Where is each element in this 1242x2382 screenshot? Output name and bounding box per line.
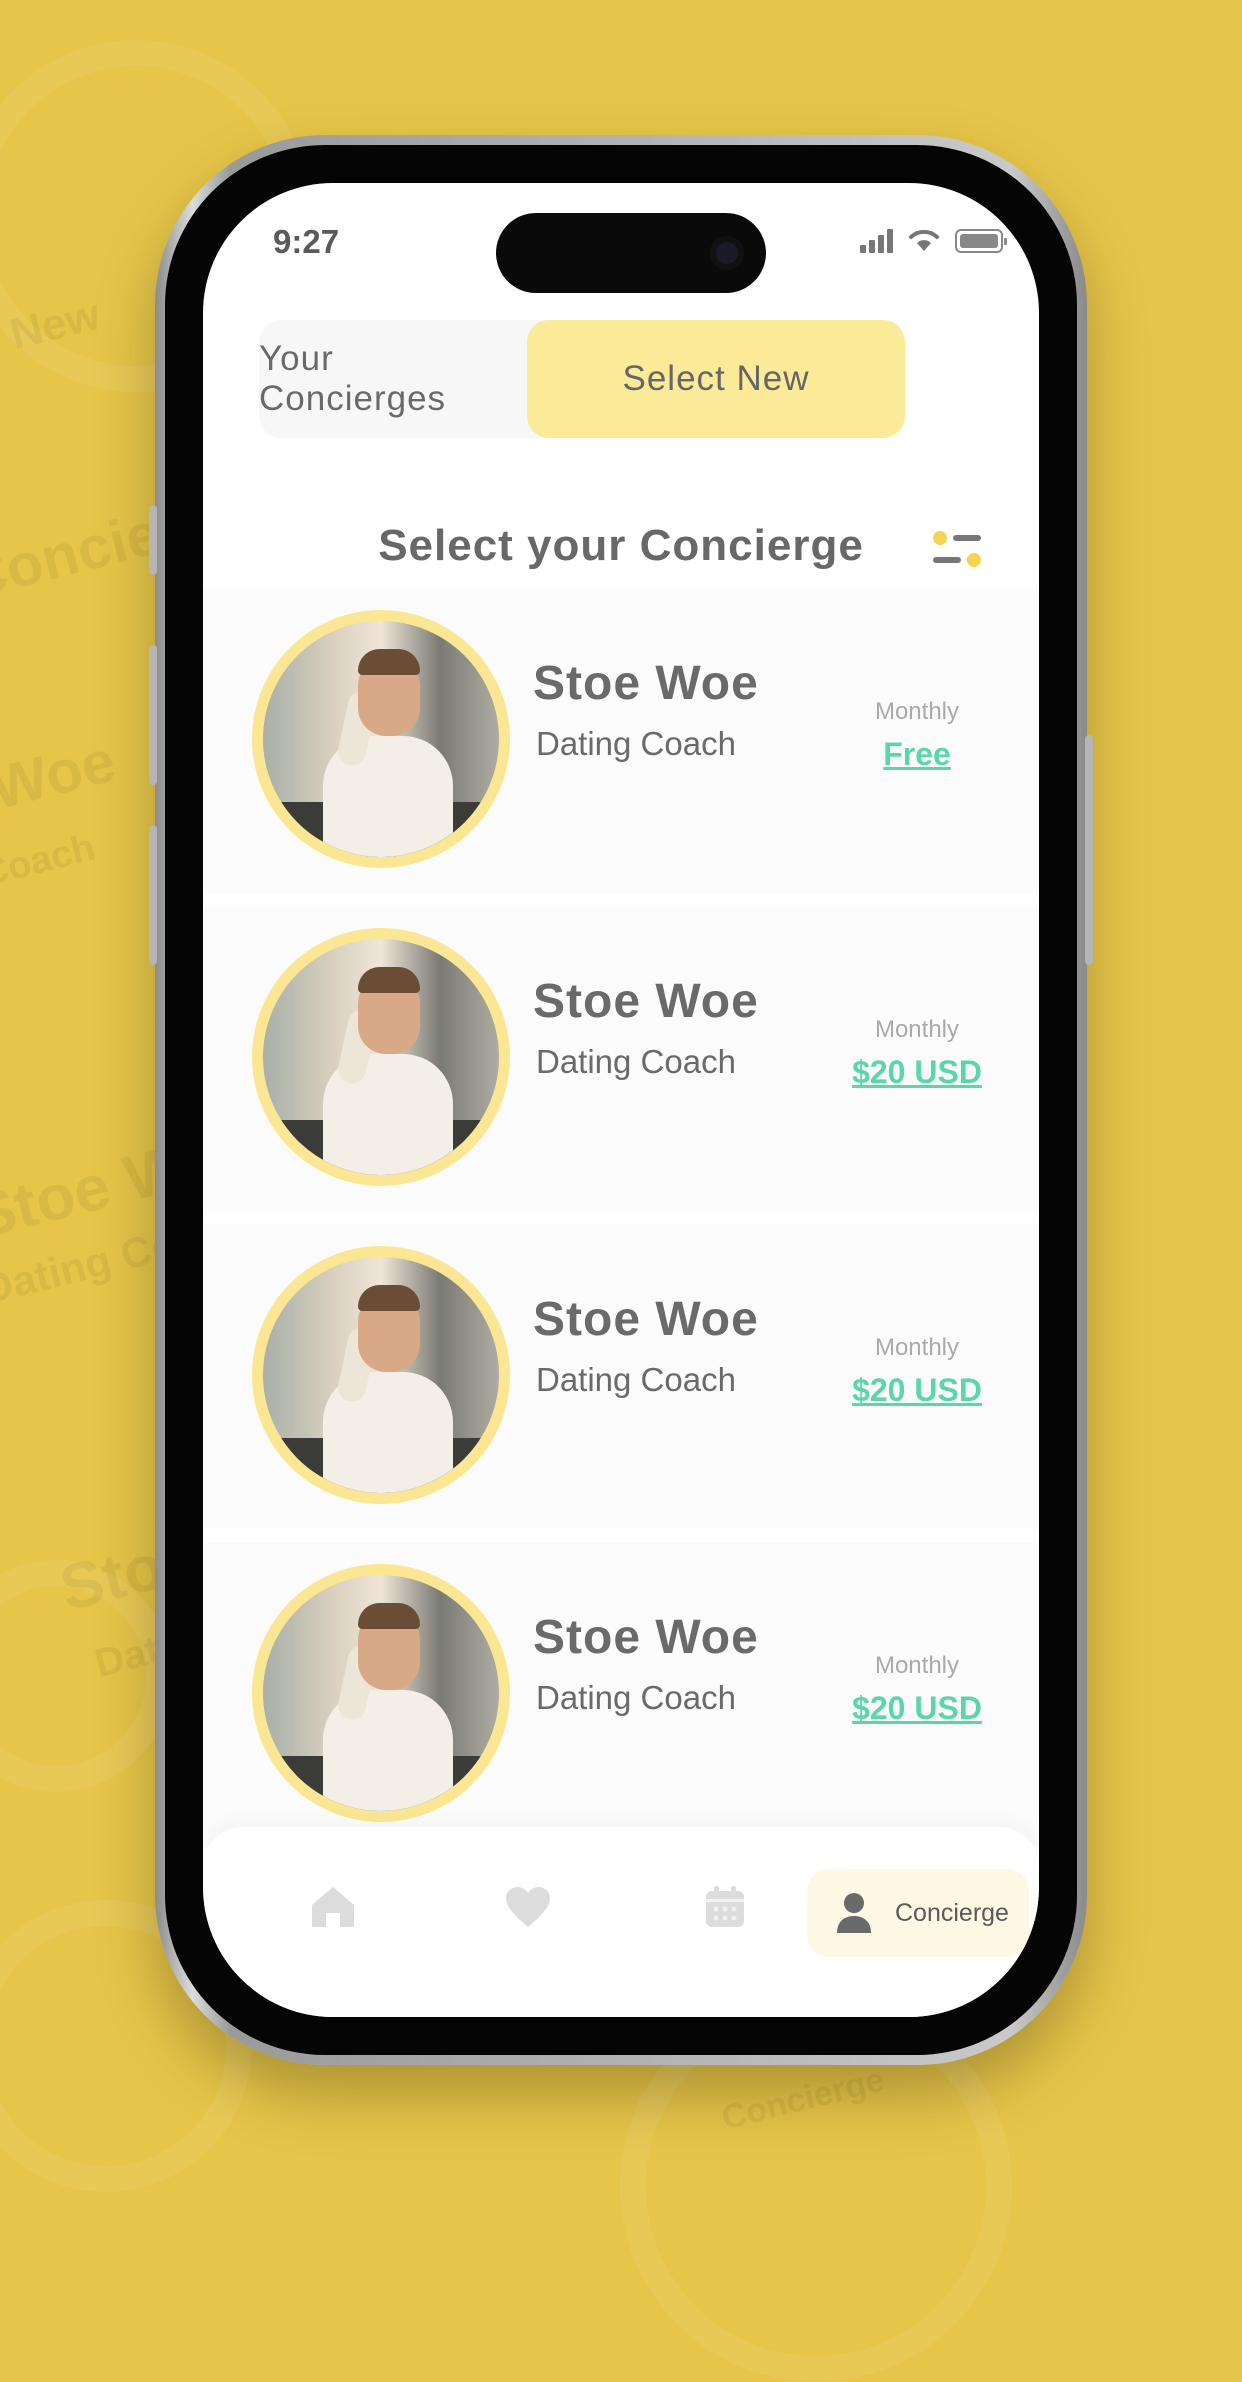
price-link[interactable]: $20 USD xyxy=(837,1690,997,1727)
background-text: Woe xyxy=(0,726,122,823)
calendar-icon xyxy=(706,1886,744,1927)
background-text: Coach xyxy=(0,826,100,896)
phone-bezel: 9:27 Your Concierges Select New Select y xyxy=(165,145,1077,2055)
side-button xyxy=(1085,735,1093,965)
concierge-name: Stoe Woe xyxy=(533,657,759,710)
user-icon xyxy=(837,1893,871,1933)
price-link[interactable]: $20 USD xyxy=(837,1372,997,1409)
app-screen: 9:27 Your Concierges Select New Select y xyxy=(203,183,1039,2017)
concierge-name: Stoe Woe xyxy=(533,975,759,1028)
bottom-nav: Concierge xyxy=(203,1827,1039,2017)
filter-icon[interactable] xyxy=(933,529,983,571)
nav-favorites[interactable] xyxy=(493,1872,563,1942)
concierge-card[interactable]: Stoe Woe Dating Coach Monthly $20 USD xyxy=(203,1224,1039,1529)
price-link[interactable]: Free xyxy=(837,736,997,773)
signal-icon xyxy=(860,229,893,253)
dynamic-island xyxy=(496,213,766,293)
concierge-card[interactable]: Stoe Woe Dating Coach Monthly Free xyxy=(203,588,1039,893)
concierge-role: Dating Coach xyxy=(536,1043,736,1080)
camera-icon xyxy=(710,236,744,270)
price-link[interactable]: $20 USD xyxy=(837,1054,997,1091)
battery-icon xyxy=(955,229,1007,253)
concierge-photo xyxy=(263,939,499,1175)
avatar xyxy=(252,928,510,1186)
concierge-photo xyxy=(263,1257,499,1493)
segmented-tabs: Your Concierges Select New xyxy=(259,320,905,438)
concierge-name: Stoe Woe xyxy=(533,1293,759,1346)
concierge-card[interactable]: Stoe Woe Dating Coach Monthly $20 USD xyxy=(203,1542,1039,1847)
status-icons xyxy=(860,227,1007,253)
concierge-role: Dating Coach xyxy=(536,725,736,762)
price-period: Monthly xyxy=(874,698,960,725)
side-button xyxy=(149,645,157,785)
avatar xyxy=(252,1564,510,1822)
price-period: Monthly xyxy=(874,1334,960,1361)
phone-frame: 9:27 Your Concierges Select New Select y xyxy=(149,135,1093,2065)
avatar xyxy=(252,1246,510,1504)
avatar xyxy=(252,610,510,868)
concierge-role: Dating Coach xyxy=(536,1361,736,1398)
wifi-icon xyxy=(909,229,939,251)
home-icon xyxy=(312,1887,354,1927)
price-period: Monthly xyxy=(874,1652,960,1679)
heart-icon xyxy=(506,1887,550,1927)
nav-calendar[interactable] xyxy=(690,1872,760,1942)
side-button xyxy=(149,505,157,575)
status-time: 9:27 xyxy=(273,223,340,260)
concierge-name: Stoe Woe xyxy=(533,1611,759,1664)
side-button xyxy=(149,825,157,965)
concierge-role: Dating Coach xyxy=(536,1679,736,1716)
tab-select-new[interactable]: Select New xyxy=(527,320,905,438)
page-title: Select your Concierge xyxy=(378,521,864,570)
concierge-photo xyxy=(263,1575,499,1811)
nav-active-label: Concierge xyxy=(895,1898,1009,1927)
nav-home[interactable] xyxy=(298,1872,368,1942)
nav-concierge[interactable]: Concierge xyxy=(807,1869,1029,1957)
concierge-card[interactable]: Stoe Woe Dating Coach Monthly $20 USD xyxy=(203,906,1039,1211)
tab-your-concierges[interactable]: Your Concierges xyxy=(259,320,529,438)
concierge-photo xyxy=(263,621,499,857)
price-period: Monthly xyxy=(874,1016,960,1043)
